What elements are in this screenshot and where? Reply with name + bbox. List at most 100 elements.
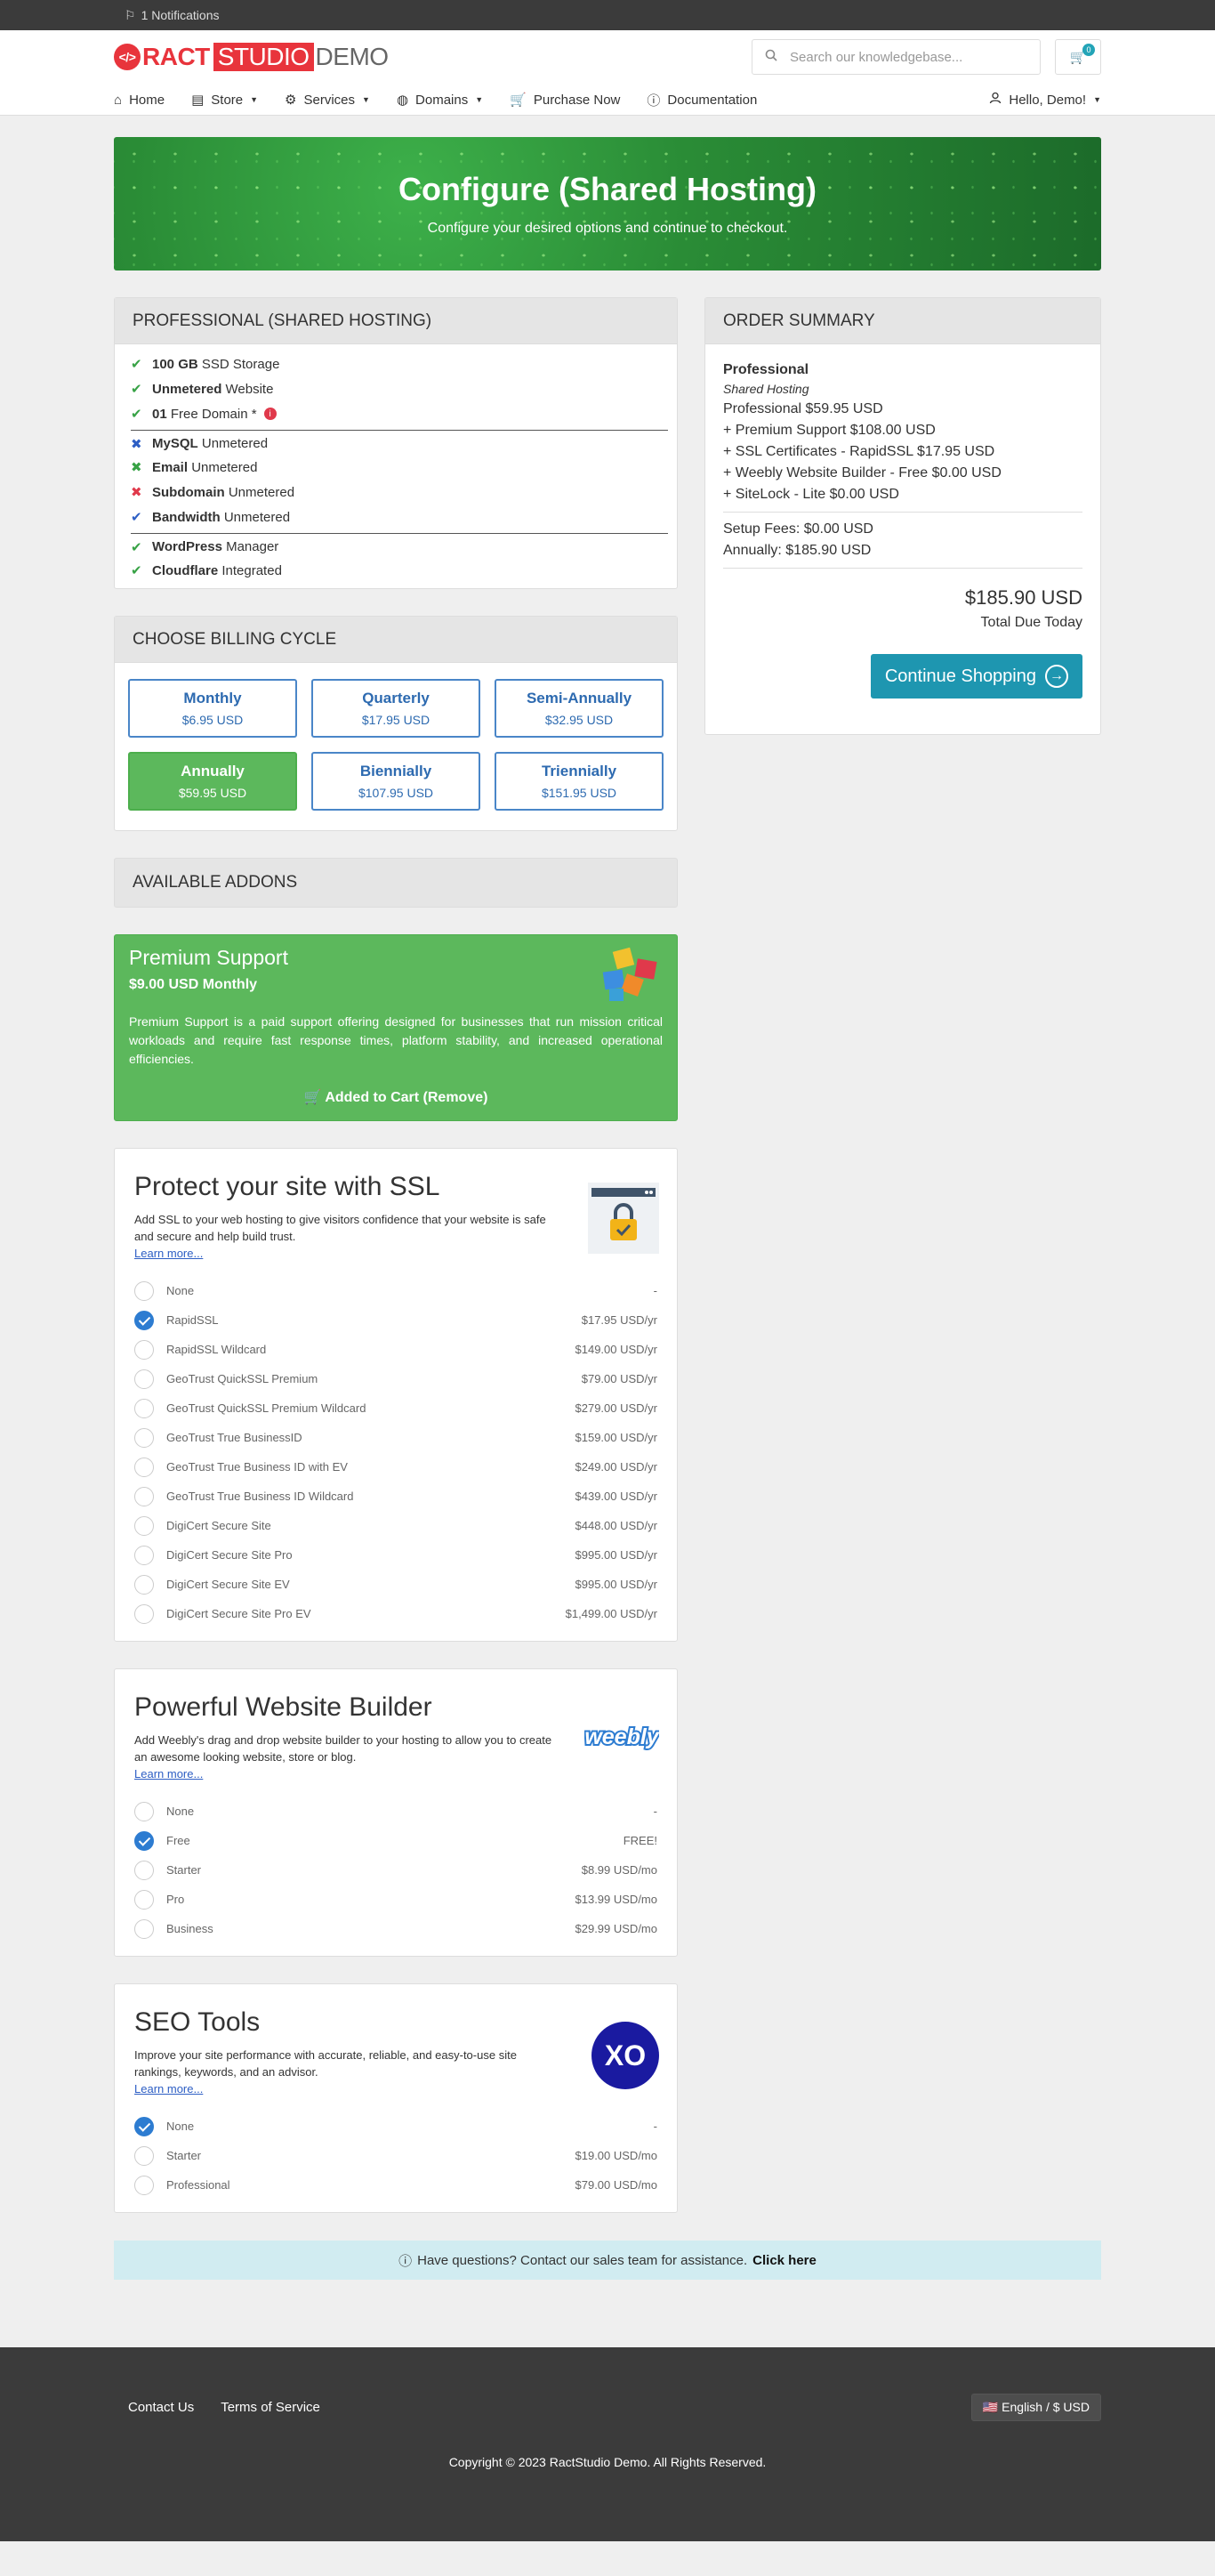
seo-option[interactable]: Starter $19.00 USD/mo (134, 2141, 657, 2170)
ssl-option[interactable]: GeoTrust QuickSSL Premium $79.00 USD/yr (134, 1364, 657, 1393)
radio-button[interactable] (134, 1369, 154, 1389)
weebly-options: None - Free FREE! Starter $8.99 USD/mo Pro $13.… (134, 1797, 657, 1943)
radio-button[interactable] (134, 1830, 154, 1851)
weebly-option[interactable]: None - (134, 1797, 657, 1826)
option-price: $1,499.00 USD/yr (565, 1607, 657, 1620)
billing-price: $151.95 USD (541, 786, 617, 800)
feature-text: Subdomain Unmetered (152, 485, 294, 500)
nav-item-purchase-now[interactable]: 🛒 Purchase Now (510, 91, 620, 109)
remove-from-cart-button[interactable]: 🛒 Added to Cart (Remove) (129, 1088, 663, 1106)
billing-option-annually[interactable]: Annually $59.95 USD (128, 752, 297, 811)
footer-link-terms-of-service[interactable]: Terms of Service (221, 2400, 320, 2415)
radio-button[interactable] (134, 2145, 154, 2166)
feature-item: ✔ Unmetered Website (131, 376, 668, 401)
billing-option-semi-annually[interactable]: Semi-Annually $32.95 USD (495, 679, 664, 738)
billing-option-biennially[interactable]: Biennially $107.95 USD (311, 752, 480, 811)
order-summary-heading: ORDER SUMMARY (705, 298, 1100, 344)
ssl-option[interactable]: GeoTrust QuickSSL Premium Wildcard $279.0… (134, 1393, 657, 1423)
summary-line: + SSL Certificates - RapidSSL $17.95 USD (723, 444, 995, 459)
search-input[interactable]: Search our knowledgebase... (752, 39, 1041, 75)
radio-button[interactable] (134, 1860, 154, 1880)
radio-button[interactable] (134, 2116, 154, 2136)
nav-item-documentation[interactable]: ⓘ Documentation (647, 91, 757, 109)
radio-button[interactable] (134, 1427, 154, 1448)
billing-option-monthly[interactable]: Monthly $6.95 USD (128, 679, 297, 738)
weebly-option[interactable]: Free FREE! (134, 1826, 657, 1855)
radio-button[interactable] (134, 1918, 154, 1939)
ssl-option[interactable]: GeoTrust True Business ID Wildcard $439.0… (134, 1482, 657, 1511)
ssl-option[interactable]: GeoTrust True Business ID with EV $249.00… (134, 1452, 657, 1482)
option-price: $995.00 USD/yr (575, 1548, 658, 1562)
continue-shopping-button[interactable]: Continue Shopping → (870, 654, 1082, 699)
nav-label: Store (211, 92, 244, 108)
ssl-option[interactable]: DigiCert Secure Site Pro EV $1,499.00 USD… (134, 1599, 657, 1628)
seo-learn-more-link[interactable]: Learn more... (134, 2082, 657, 2096)
ssl-option[interactable]: None - (134, 1276, 657, 1305)
radio-button[interactable] (134, 1801, 154, 1821)
nav-item-services[interactable]: ⚙ Services ▼ (285, 91, 370, 109)
cart-button[interactable]: 🛒 0 (1055, 39, 1101, 75)
logo[interactable]: </> RACT STUDIO DEMO (114, 43, 389, 71)
search-placeholder: Search our knowledgebase... (790, 49, 963, 65)
radio-button[interactable] (134, 2175, 154, 2195)
radio-button[interactable] (134, 1486, 154, 1506)
ssl-option[interactable]: GeoTrust True BusinessID $159.00 USD/yr (134, 1423, 657, 1452)
nav-item-store[interactable]: ▤ Store ▼ (191, 91, 258, 109)
cart-count-badge: 0 (1082, 44, 1095, 56)
user-menu[interactable]: Hello, Demo! ▼ (989, 92, 1101, 108)
question-icon: ⓘ (398, 2253, 413, 2269)
radio-button[interactable] (134, 1339, 154, 1360)
seo-option[interactable]: None - (134, 2112, 657, 2141)
option-name: GeoTrust QuickSSL Premium Wildcard (166, 1401, 366, 1415)
radio-button[interactable] (134, 1603, 154, 1624)
radio-button[interactable] (134, 1280, 154, 1301)
premium-support-card[interactable]: Premium Support $9.00 USD Monthly Premiu… (114, 934, 678, 1121)
billing-option-quarterly[interactable]: Quarterly $17.95 USD (311, 679, 480, 738)
home-icon: ⌂ (114, 92, 123, 108)
notifications-link[interactable]: 1 Notifications (141, 8, 220, 22)
radio-button[interactable] (134, 1545, 154, 1565)
nav-item-home[interactable]: ⌂ Home (114, 91, 165, 109)
feature-detail: Unmetered (201, 436, 269, 451)
feature-bold: MySQL (152, 436, 198, 451)
check-icon: ✔ (131, 382, 142, 397)
ssl-learn-more-link[interactable]: Learn more... (134, 1247, 657, 1260)
billing-price: $6.95 USD (181, 713, 244, 727)
nav-item-domains[interactable]: ◍ Domains ▼ (397, 91, 483, 109)
seo-option[interactable]: Professional $79.00 USD/mo (134, 2170, 657, 2200)
billing-term: Semi-Annually (526, 690, 632, 707)
radio-button[interactable] (134, 1574, 154, 1595)
ssl-option[interactable]: RapidSSL Wildcard $149.00 USD/yr (134, 1335, 657, 1364)
language-selector[interactable]: 🇺🇸 English / $ USD (970, 2394, 1101, 2421)
ssl-option[interactable]: RapidSSL $17.95 USD/yr (134, 1305, 657, 1335)
radio-button[interactable] (134, 1310, 154, 1330)
ssl-option[interactable]: DigiCert Secure Site EV $995.00 USD/yr (134, 1570, 657, 1599)
weebly-option[interactable]: Starter $8.99 USD/mo (134, 1855, 657, 1885)
feature-bold: Subdomain (152, 484, 225, 500)
flag-icon[interactable]: ⚐ (125, 8, 136, 23)
weebly-learn-more-link[interactable]: Learn more... (134, 1767, 657, 1781)
copyright: Copyright © 2023 RactStudio Demo. All Ri… (448, 2455, 767, 2469)
info-icon[interactable]: i (263, 408, 277, 420)
summary-line: Professional $59.95 USD (723, 401, 883, 416)
ssl-option[interactable]: DigiCert Secure Site $448.00 USD/yr (134, 1511, 657, 1540)
feature-item: ✔ WordPress Manager (131, 533, 668, 558)
help-text: Have questions? Contact our sales team f… (417, 2252, 748, 2268)
summary-total: $185.90 USD (964, 586, 1082, 609)
radio-button[interactable] (134, 1398, 154, 1418)
addons-heading: AVAILABLE ADDONS (114, 858, 678, 908)
main-nav: ⌂ Home ▤ Store ▼ ⚙ Services ▼ ◍ Domains ▼ 🛒 Purchase… (114, 84, 1101, 116)
billing-option-triennially[interactable]: Triennially $151.95 USD (495, 752, 664, 811)
summary-product: Professional (723, 362, 809, 377)
help-link[interactable]: Click here (752, 2253, 817, 2268)
radio-button[interactable] (134, 1515, 154, 1536)
weebly-option[interactable]: Business $29.99 USD/mo (134, 1914, 657, 1943)
weebly-option[interactable]: Pro $13.99 USD/mo (134, 1885, 657, 1914)
footer-link-contact-us[interactable]: Contact Us (128, 2400, 194, 2415)
ssl-option[interactable]: DigiCert Secure Site Pro $995.00 USD/yr (134, 1540, 657, 1570)
feature-bold: Cloudflare (152, 562, 219, 578)
continue-shopping-label: Continue Shopping (884, 666, 1036, 686)
option-name: DigiCert Secure Site Pro (166, 1548, 293, 1562)
radio-button[interactable] (134, 1457, 154, 1477)
radio-button[interactable] (134, 1889, 154, 1910)
